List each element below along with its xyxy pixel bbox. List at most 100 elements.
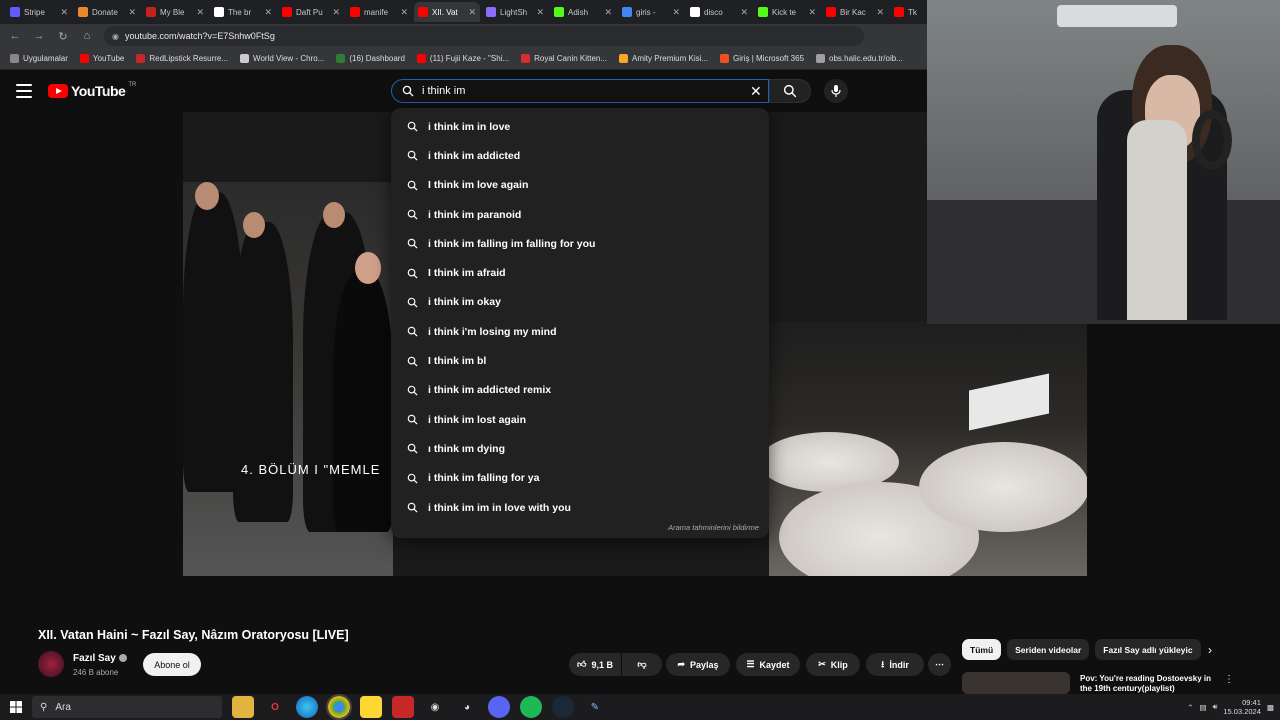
browser-tab[interactable]: Adish ✕ — [550, 2, 616, 22]
share-button[interactable]: ➦ Paylaş — [666, 653, 730, 676]
windows-start-icon[interactable] — [0, 694, 32, 720]
filter-chip[interactable]: Seriden videolar — [1007, 639, 1090, 660]
browser-tab[interactable]: manife ✕ — [346, 2, 412, 22]
tab-close-icon[interactable]: ✕ — [536, 7, 544, 18]
file-explorer-icon[interactable] — [232, 696, 254, 718]
search-box[interactable] — [391, 79, 769, 103]
obs-icon[interactable]: ◉ — [424, 696, 446, 718]
clip-button[interactable]: ✂ Klip — [806, 653, 860, 676]
suggestion-item[interactable]: i think im paranoid — [391, 200, 769, 229]
tab-close-icon[interactable]: ✕ — [400, 7, 408, 18]
channel-name[interactable]: Fazıl Say — [73, 653, 116, 664]
more-actions-button[interactable]: ⋯ — [928, 653, 951, 676]
back-icon[interactable]: ← — [8, 30, 22, 42]
address-bar[interactable]: ◉ youtube.com/watch?v=E7Snhw0FtSg — [104, 26, 864, 46]
subscribe-button[interactable]: Abone ol — [143, 653, 201, 676]
discord-icon[interactable] — [488, 696, 510, 718]
suggestion-item[interactable]: ı think ım dying — [391, 434, 769, 463]
tray-chevron-icon[interactable]: ⌃ — [1187, 703, 1193, 712]
browser-tab[interactable]: My Ble ✕ — [142, 2, 208, 22]
tab-close-icon[interactable]: ✕ — [672, 7, 680, 18]
volume-icon[interactable]: 🔊︎ — [1213, 702, 1218, 712]
bookmark-item[interactable]: Giriş | Microsoft 365 — [720, 54, 804, 63]
suggestion-item[interactable]: i think im falling im falling for you — [391, 229, 769, 258]
suggestion-item[interactable]: I think im afraid — [391, 258, 769, 287]
notes-icon[interactable] — [360, 696, 382, 718]
tab-close-icon[interactable]: ✕ — [740, 7, 748, 18]
spotify-icon[interactable] — [520, 696, 542, 718]
related-more-icon[interactable]: ⋮ — [1224, 674, 1234, 685]
bookmark-item[interactable]: Royal Canin Kitten... — [521, 54, 607, 63]
tab-close-icon[interactable]: ✕ — [604, 7, 612, 18]
reload-icon[interactable]: ↻ — [56, 30, 70, 43]
browser-tab[interactable]: giris - ✕ — [618, 2, 684, 22]
suggestion-item[interactable]: i think im in love — [391, 112, 769, 141]
dislike-button[interactable]: 👎︎ — [622, 653, 662, 676]
suggestion-item[interactable]: i think im addicted remix — [391, 376, 769, 405]
suggestion-item[interactable]: i think im okay — [391, 288, 769, 317]
bookmark-item[interactable]: YouTube — [79, 54, 124, 63]
tab-close-icon[interactable]: ✕ — [332, 7, 340, 18]
voice-search-icon[interactable] — [824, 79, 848, 103]
browser-tab[interactable]: Donate ✕ — [74, 2, 140, 22]
save-button[interactable]: ☰ Kaydet — [736, 653, 800, 676]
bookmark-item[interactable]: Uygulamalar — [10, 54, 68, 63]
search-input[interactable] — [422, 85, 742, 97]
bookmark-item[interactable]: Amity Premium Kisi... — [619, 54, 708, 63]
browser-tab[interactable]: Daft Pu ✕ — [278, 2, 344, 22]
suggestion-item[interactable]: i think im im in love with you — [391, 493, 769, 522]
edge-icon[interactable] — [296, 696, 318, 718]
qbittorrent-icon[interactable]: ◕ — [456, 696, 478, 718]
filter-chip[interactable]: Fazıl Say adlı yükleyic — [1095, 639, 1201, 660]
filter-chip[interactable]: Tümü — [962, 639, 1002, 660]
clear-search-icon[interactable]: ✕ — [750, 84, 762, 98]
bookmark-item[interactable]: (11) Fujii Kaze - "Shi... — [416, 54, 509, 63]
search-button[interactable] — [769, 79, 811, 103]
chrome-icon[interactable] — [326, 694, 352, 720]
hamburger-menu-icon[interactable] — [16, 84, 32, 98]
browser-tab[interactable]: Tk✕ — [890, 2, 927, 22]
suggestion-item[interactable]: I think im love again — [391, 171, 769, 200]
related-video-item[interactable]: Pov: You're reading Dostoevsky in the 19… — [962, 672, 1242, 694]
network-icon[interactable]: ▤ — [1200, 703, 1207, 712]
bookmark-item[interactable]: obs.halic.edu.tr/oib... — [816, 54, 903, 63]
tab-close-icon[interactable]: ✕ — [264, 7, 272, 18]
steam-icon[interactable] — [552, 696, 574, 718]
tab-close-icon[interactable]: ✕ — [876, 7, 884, 18]
browser-tab[interactable]: disco ✕ — [686, 2, 752, 22]
home-icon[interactable]: ⌂ — [80, 30, 94, 42]
report-predictions-link[interactable]: Arama tahminlerini bildirme — [668, 523, 759, 532]
tab-close-icon[interactable]: ✕ — [128, 7, 136, 18]
opera-icon[interactable]: O — [264, 696, 286, 718]
browser-tab[interactable]: Stripe ✕ — [6, 2, 72, 22]
suggestion-item[interactable]: i think im lost again — [391, 405, 769, 434]
app-red-icon[interactable] — [392, 696, 414, 718]
suggestion-item[interactable]: i think i'm losing my mind — [391, 317, 769, 346]
suggestion-item[interactable]: i think im falling for ya — [391, 464, 769, 493]
browser-tab[interactable]: LightSh ✕ — [482, 2, 548, 22]
tab-close-icon[interactable]: ✕ — [196, 7, 204, 18]
like-button[interactable]: 👍︎ 9,1 B — [569, 653, 621, 676]
tab-close-icon[interactable]: ✕ — [468, 7, 476, 18]
pen-icon[interactable]: ✎ — [584, 696, 606, 718]
suggestion-item[interactable]: i think im addicted — [391, 141, 769, 170]
notifications-icon[interactable]: ▩ — [1267, 703, 1274, 712]
browser-tab[interactable]: Bir Kac ✕ — [822, 2, 888, 22]
bookmark-item[interactable]: (16) Dashboard — [336, 54, 405, 63]
download-button[interactable]: ⭳ İndir — [866, 653, 924, 676]
clock[interactable]: 09:41 15.03.2024 — [1223, 698, 1261, 716]
chips-next-icon[interactable]: › — [1208, 643, 1212, 657]
tab-close-icon[interactable]: ✕ — [808, 7, 816, 18]
channel-avatar[interactable] — [38, 651, 64, 677]
forward-icon[interactable]: → — [32, 30, 46, 42]
bookmark-item[interactable]: RedLipstick Resurre... — [136, 54, 228, 63]
browser-tab[interactable]: XII. Vat ✕ — [414, 2, 480, 22]
site-info-icon[interactable]: ◉ — [112, 32, 119, 41]
youtube-logo[interactable]: YouTube TR — [48, 82, 136, 99]
browser-tab[interactable]: Kick te ✕ — [754, 2, 820, 22]
taskbar-search[interactable]: ⚲ Ara — [32, 696, 222, 718]
browser-tab[interactable]: The br ✕ — [210, 2, 276, 22]
tab-close-icon[interactable]: ✕ — [60, 7, 68, 18]
suggestion-item[interactable]: I think im bl — [391, 346, 769, 375]
bookmark-item[interactable]: World View - Chro... — [240, 54, 324, 63]
